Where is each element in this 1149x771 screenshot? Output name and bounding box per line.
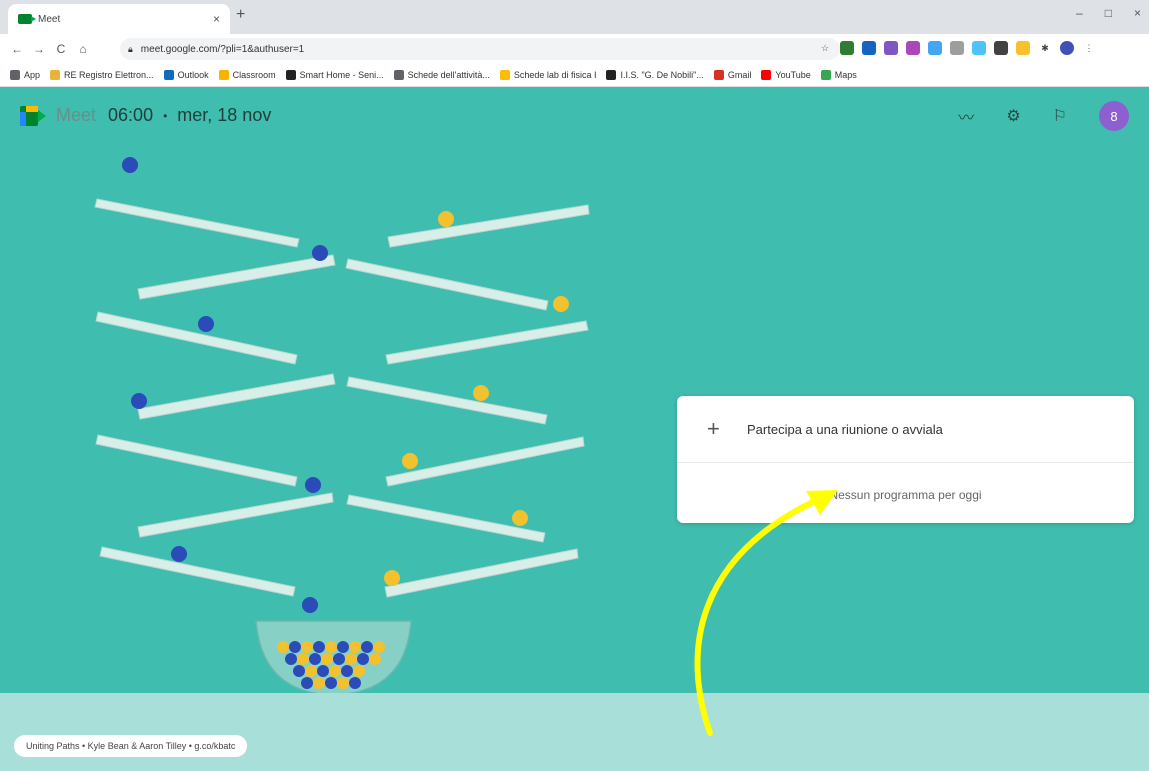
new-tab-button[interactable]: + xyxy=(236,6,245,24)
menu-icon[interactable]: ⋮ xyxy=(1082,41,1096,55)
bookmark-favicon-icon xyxy=(713,70,724,80)
close-window-button[interactable]: × xyxy=(1134,6,1141,20)
bookmark-item[interactable]: Gmail xyxy=(713,70,752,80)
bookmark-favicon-icon xyxy=(10,70,20,80)
extension-purple-icon[interactable] xyxy=(884,41,898,55)
extension-lightblue-icon[interactable] xyxy=(972,41,986,55)
minimize-button[interactable]: – xyxy=(1076,6,1083,20)
bookmark-label: RE Registro Elettron... xyxy=(64,70,154,80)
bookmark-label: YouTube xyxy=(775,70,811,80)
browser-toolbar: ← → C ⌂ 🔒︎ meet.google.com/?pli=1&authus… xyxy=(0,34,1149,64)
bookmark-item[interactable]: Smart Home - Seni... xyxy=(285,70,384,80)
extension-magenta-icon[interactable] xyxy=(906,41,920,55)
browser-tab[interactable]: Meet × xyxy=(8,4,230,34)
address-bar[interactable]: 🔒︎ meet.google.com/?pli=1&authuser=1 xyxy=(120,38,840,60)
extension-diamond-icon[interactable] xyxy=(928,41,942,55)
bookmark-label: Classroom xyxy=(232,70,276,80)
bookmark-item[interactable]: YouTube xyxy=(761,70,811,80)
bookmark-favicon-icon xyxy=(163,70,174,80)
meet-favicon-icon xyxy=(18,14,36,24)
forward-icon[interactable]: → xyxy=(28,42,50,56)
profile-icon[interactable] xyxy=(1060,41,1074,55)
reload-icon[interactable]: C xyxy=(50,42,72,56)
extension-green-icon[interactable] xyxy=(840,41,854,55)
bookmark-label: Outlook xyxy=(177,70,209,80)
lock-icon: 🔒︎ xyxy=(128,43,133,54)
bookmark-item[interactable]: I.I.S. "G. De Nobili"... xyxy=(606,70,704,80)
tab-close-icon[interactable]: × xyxy=(213,12,220,26)
meet-page: Meet 06:00 • mer, 18 nov 〰 ⚙ ⚐ 8 + Parte… xyxy=(0,87,1149,771)
bookmark-favicon-icon xyxy=(285,70,296,80)
bookmark-label: Schede dell'attività... xyxy=(407,70,490,80)
bookmark-label: App xyxy=(24,70,41,80)
extension-icons: ☆ ✱ ⋮ xyxy=(818,41,1096,55)
annotation-arrow xyxy=(694,490,838,736)
puzzle-icon[interactable]: ✱ xyxy=(1038,41,1052,55)
extension-yellow-icon[interactable] xyxy=(1016,41,1030,55)
bookmark-label: Maps xyxy=(834,70,857,80)
bookmark-item[interactable]: RE Registro Elettron... xyxy=(50,70,154,80)
extension-dark-icon[interactable] xyxy=(994,41,1008,55)
bookmark-item[interactable]: Schede lab di fisica I xyxy=(499,70,597,80)
bookmark-item[interactable]: Maps xyxy=(820,70,857,80)
url-text: meet.google.com/?pli=1&authuser=1 xyxy=(140,43,305,55)
extension-blue-icon[interactable] xyxy=(862,41,876,55)
star-icon[interactable]: ☆ xyxy=(818,41,832,55)
bookmark-favicon-icon xyxy=(820,70,831,80)
bookmark-favicon-icon xyxy=(761,70,772,80)
extension-grey-icon[interactable] xyxy=(950,41,964,55)
window-controls: – □ × xyxy=(1076,6,1141,20)
back-icon[interactable]: ← xyxy=(6,42,28,56)
home-icon[interactable]: ⌂ xyxy=(72,42,94,56)
bookmark-label: Schede lab di fisica I xyxy=(513,70,597,80)
bookmark-favicon-icon xyxy=(393,70,404,80)
bookmark-favicon-icon xyxy=(499,70,510,80)
bookmark-label: Gmail xyxy=(727,70,752,80)
bookmark-favicon-icon xyxy=(218,70,229,80)
bookmark-favicon-icon xyxy=(50,70,61,80)
browser-titlebar: Meet × + – □ × xyxy=(0,0,1149,34)
bookmarks-bar: App RE Registro Elettron... Outlook Classro… xyxy=(0,64,1149,87)
bookmark-label: I.I.S. "G. De Nobili"... xyxy=(620,70,704,80)
bookmark-item[interactable]: App xyxy=(10,70,40,80)
bookmark-item[interactable]: Outlook xyxy=(163,70,209,80)
bookmark-item[interactable]: Schede dell'attività... xyxy=(393,70,490,80)
bookmark-label: Smart Home - Seni... xyxy=(299,70,384,80)
maximize-button[interactable]: □ xyxy=(1105,6,1112,20)
tab-title: Meet xyxy=(38,13,61,25)
bookmark-favicon-icon xyxy=(606,70,617,80)
bookmark-item[interactable]: Classroom xyxy=(218,70,276,80)
